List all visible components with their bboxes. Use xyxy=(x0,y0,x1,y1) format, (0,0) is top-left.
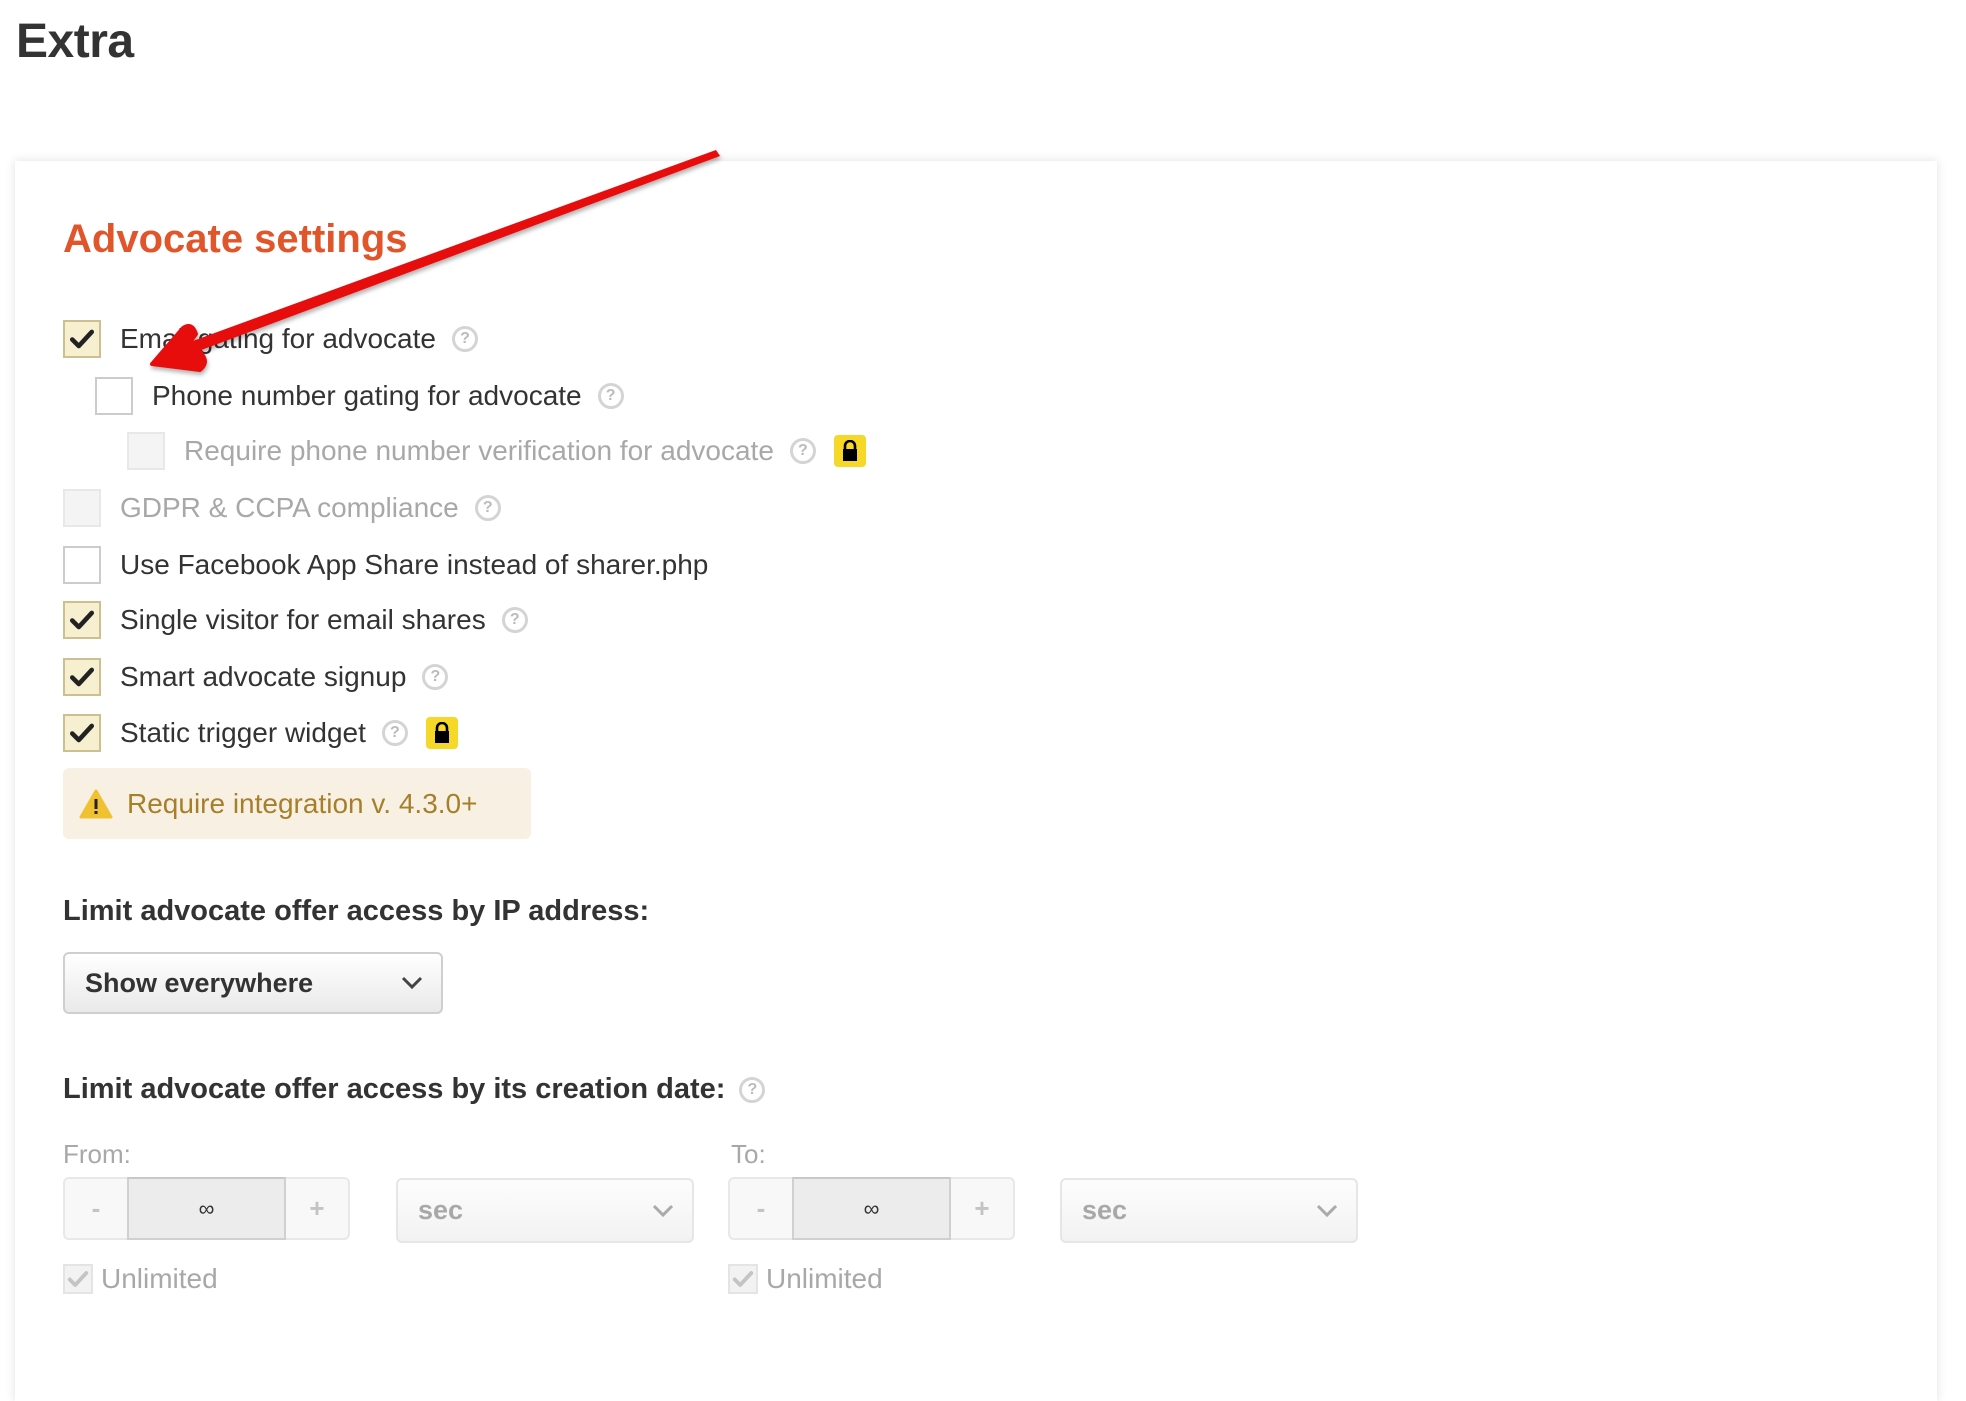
chevron-down-icon xyxy=(1316,1204,1338,1217)
phone-gating-checkbox[interactable] xyxy=(95,377,133,415)
option-label: Email gating for advocate xyxy=(120,323,436,354)
option-label: Smart advocate signup xyxy=(120,661,407,692)
checkmark-icon xyxy=(69,610,95,630)
to-unit-selected: sec xyxy=(1082,1195,1128,1225)
option-label: GDPR & CCPA compliance xyxy=(120,492,459,523)
from-unit-selected: sec xyxy=(418,1195,464,1225)
date-limit-heading-row: Limit advocate offer access by its creat… xyxy=(63,1073,766,1106)
smart-signup-checkbox[interactable] xyxy=(63,658,101,696)
page-title: Extra xyxy=(16,15,134,68)
from-unlimited-label: Unlimited xyxy=(101,1263,218,1294)
option-label: Use Facebook App Share instead of sharer… xyxy=(120,549,709,580)
ip-limit-select[interactable]: Show everywhere xyxy=(63,952,443,1014)
option-label: Require phone number verification for ad… xyxy=(184,435,774,466)
checkmark-icon xyxy=(67,1271,89,1287)
to-label: To: xyxy=(731,1139,766,1169)
warning-text: Require integration v. 4.3.0+ xyxy=(127,787,478,819)
checkmark-icon xyxy=(69,667,95,687)
warning-icon xyxy=(79,789,113,818)
help-icon[interactable]: ? xyxy=(422,664,449,690)
checkmark-icon xyxy=(732,1271,754,1287)
to-stepper: - ∞ + xyxy=(728,1177,1015,1240)
help-icon[interactable]: ? xyxy=(451,326,478,352)
option-facebook-app-share[interactable]: Use Facebook App Share instead of sharer… xyxy=(63,545,708,585)
from-increment-button[interactable]: + xyxy=(286,1179,348,1238)
option-label: Phone number gating for advocate xyxy=(152,380,582,411)
option-phone-gating[interactable]: Phone number gating for advocate ? xyxy=(95,376,624,416)
help-icon[interactable]: ? xyxy=(474,495,501,521)
help-icon[interactable]: ? xyxy=(381,720,408,746)
static-trigger-checkbox[interactable] xyxy=(63,714,101,752)
option-static-trigger[interactable]: Static trigger widget ? xyxy=(63,713,458,753)
option-label: Static trigger widget xyxy=(120,717,366,748)
option-phone-verification: Require phone number verification for ad… xyxy=(127,431,866,471)
to-increment-button[interactable]: + xyxy=(951,1179,1013,1238)
to-unlimited-label: Unlimited xyxy=(766,1263,883,1294)
from-unlimited[interactable]: Unlimited xyxy=(63,1263,218,1295)
option-gdpr: GDPR & CCPA compliance ? xyxy=(63,488,501,528)
to-unit-select[interactable]: sec xyxy=(1060,1178,1358,1243)
date-limit-heading: Limit advocate offer access by its creat… xyxy=(63,1073,726,1105)
help-icon[interactable]: ? xyxy=(789,438,816,464)
option-single-visitor[interactable]: Single visitor for email shares ? xyxy=(63,600,528,640)
option-label: Single visitor for email shares xyxy=(120,604,486,635)
from-label: From: xyxy=(63,1139,131,1169)
lock-icon xyxy=(833,435,866,467)
facebook-app-share-checkbox[interactable] xyxy=(63,546,101,584)
from-stepper: - ∞ + xyxy=(63,1177,350,1240)
checkmark-icon xyxy=(69,723,95,743)
option-smart-signup[interactable]: Smart advocate signup ? xyxy=(63,657,449,697)
chevron-down-icon xyxy=(652,1204,674,1217)
ip-limit-heading: Limit advocate offer access by IP addres… xyxy=(63,895,650,927)
to-value-input[interactable]: ∞ xyxy=(792,1177,951,1240)
single-visitor-checkbox[interactable] xyxy=(63,601,101,639)
help-icon[interactable]: ? xyxy=(597,383,624,409)
ip-limit-selected: Show everywhere xyxy=(85,967,314,998)
to-unlimited[interactable]: Unlimited xyxy=(728,1263,883,1295)
integration-warning: Require integration v. 4.3.0+ xyxy=(63,768,531,839)
email-gating-checkbox[interactable] xyxy=(63,320,101,358)
lock-icon xyxy=(425,717,458,749)
checkmark-icon xyxy=(69,329,95,349)
from-value-input[interactable]: ∞ xyxy=(127,1177,286,1240)
to-unlimited-checkbox[interactable] xyxy=(728,1264,758,1294)
section-title: Advocate settings xyxy=(63,217,408,261)
gdpr-checkbox xyxy=(63,489,101,527)
phone-verification-checkbox xyxy=(127,432,165,470)
to-decrement-button[interactable]: - xyxy=(730,1179,792,1238)
option-email-gating[interactable]: Email gating for advocate ? xyxy=(63,319,478,359)
advocate-settings-card: Advocate settings Email gating for advoc… xyxy=(15,161,1937,1401)
from-unlimited-checkbox[interactable] xyxy=(63,1264,93,1294)
help-icon[interactable]: ? xyxy=(501,607,528,633)
from-unit-select[interactable]: sec xyxy=(396,1178,694,1243)
help-icon[interactable]: ? xyxy=(739,1076,766,1103)
from-decrement-button[interactable]: - xyxy=(65,1179,127,1238)
chevron-down-icon xyxy=(401,976,423,990)
